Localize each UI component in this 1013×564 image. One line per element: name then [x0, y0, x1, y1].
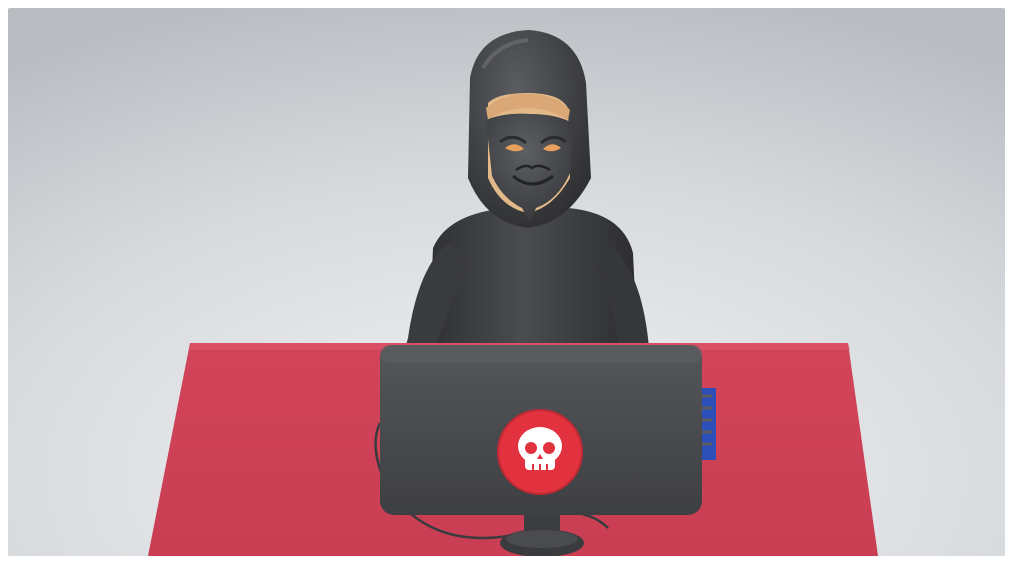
- laptop: [380, 345, 702, 515]
- skull-icon: [497, 409, 583, 495]
- image-frame: [0, 0, 1013, 564]
- scene-illustration: [8, 8, 1005, 556]
- hacker-scene: [8, 8, 1005, 556]
